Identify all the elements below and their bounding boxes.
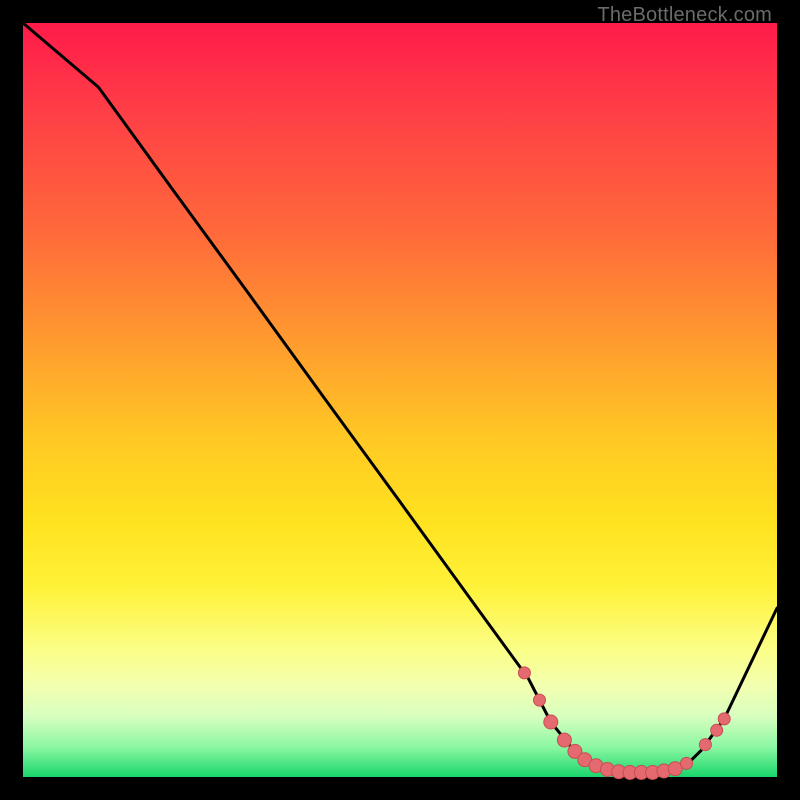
curve-marker [699, 739, 711, 751]
chart-svg [23, 23, 777, 777]
marker-layer [518, 667, 730, 780]
curve-marker [718, 713, 730, 725]
curve-marker [711, 724, 723, 736]
curve-marker [681, 757, 693, 769]
watermark-text: TheBottleneck.com [597, 4, 772, 27]
chart-plot-area [23, 23, 777, 777]
chart-stage: TheBottleneck.com [0, 0, 800, 800]
curve-marker [544, 715, 558, 729]
curve-marker [518, 667, 530, 679]
curve-marker [557, 733, 571, 747]
bottleneck-curve-path [23, 23, 777, 773]
curve-marker [534, 694, 546, 706]
